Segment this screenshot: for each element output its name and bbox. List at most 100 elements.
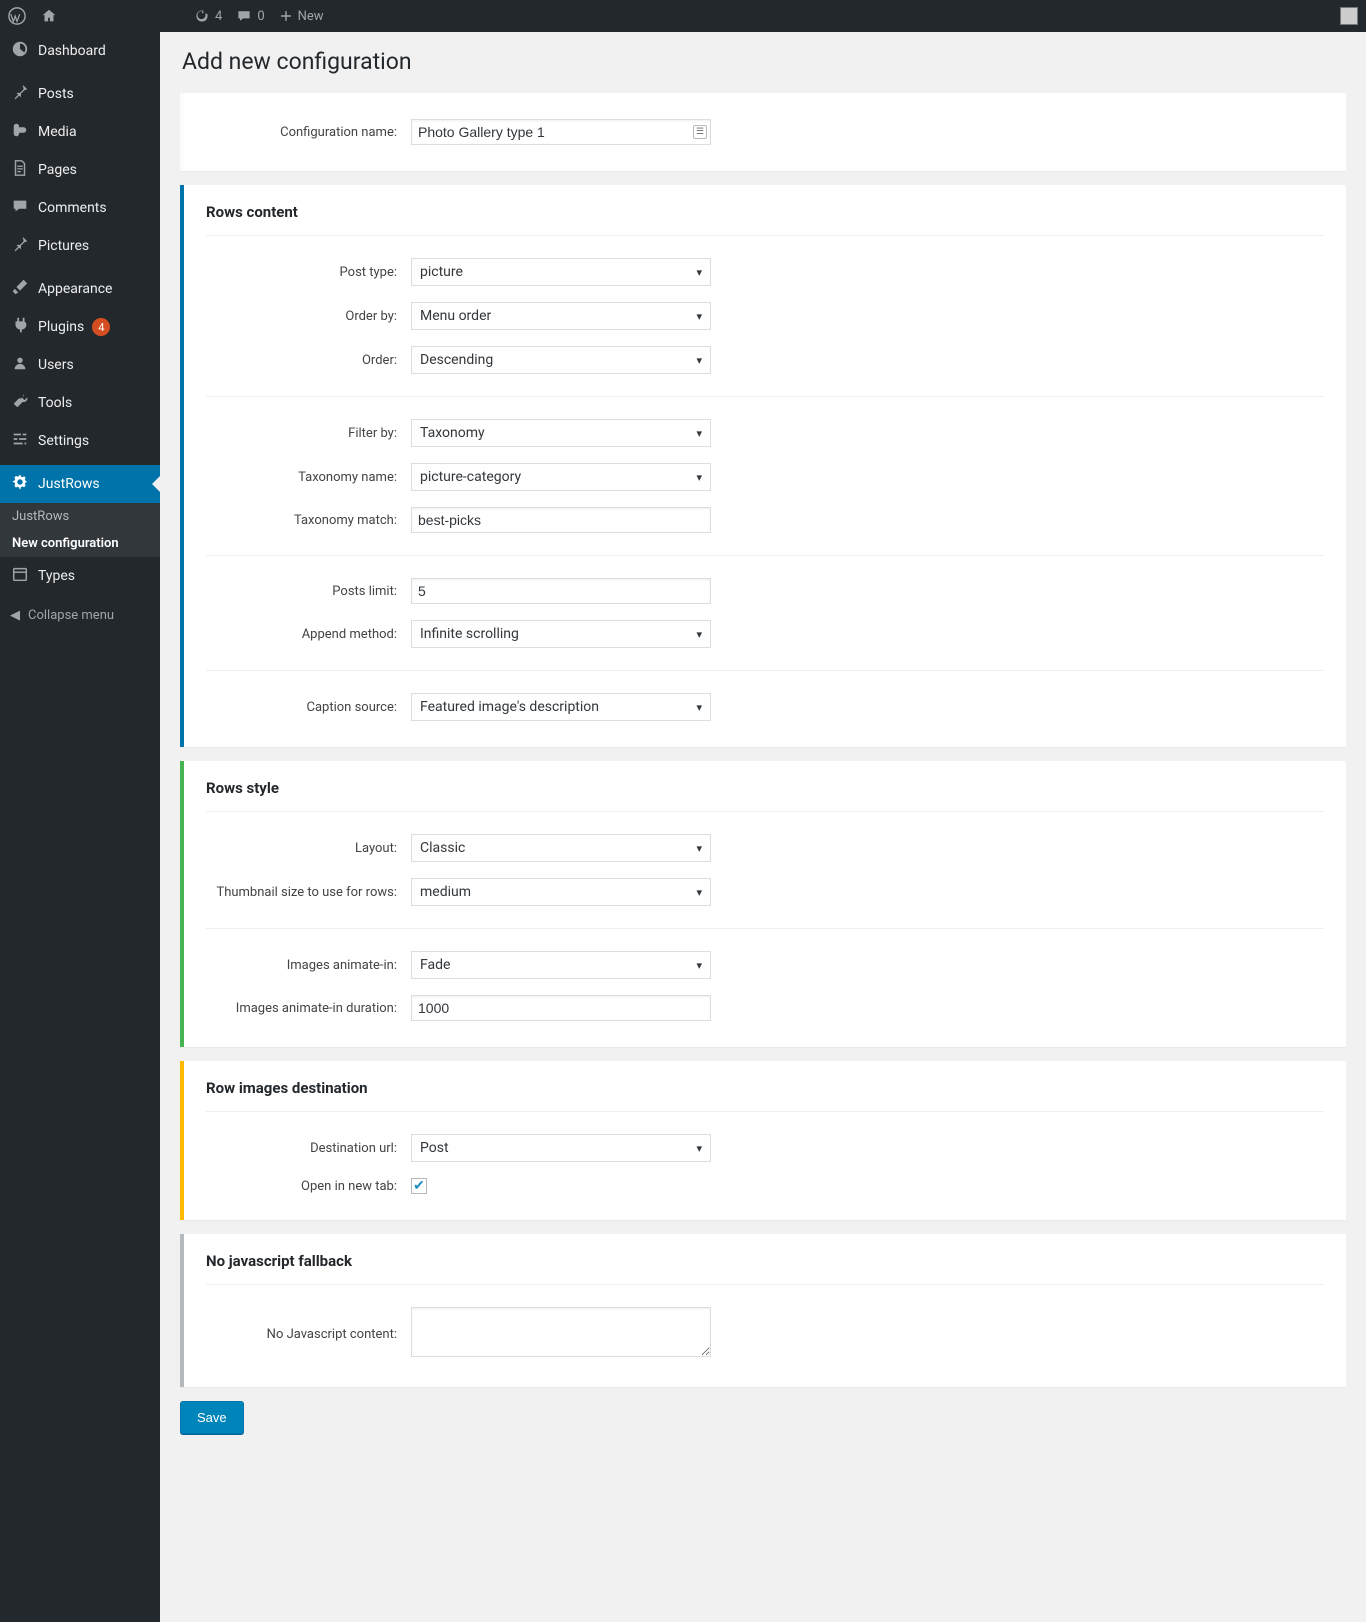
post-type-select[interactable]: picture (411, 258, 711, 286)
page-icon (10, 159, 30, 181)
open-new-tab-label: Open in new tab: (206, 1179, 411, 1194)
animate-in-label: Images animate-in: (206, 958, 411, 973)
autofill-icon: ☰ (693, 125, 707, 139)
comment-icon (236, 8, 252, 24)
animate-in-value: Fade (420, 957, 450, 973)
taxonomy-match-input[interactable] (411, 507, 711, 533)
calendar-icon (10, 565, 30, 587)
new-link[interactable]: New (279, 0, 324, 32)
sidebar-item-label: Settings (38, 433, 89, 449)
save-button[interactable]: Save (180, 1401, 244, 1434)
sidebar-item-label: Pages (38, 162, 77, 178)
layout-label: Layout: (206, 841, 411, 856)
sidebar-item-settings[interactable]: Settings (0, 422, 160, 460)
plugins-update-badge: 4 (92, 318, 110, 336)
sidebar-item-label: JustRows (38, 476, 100, 492)
sidebar-item-posts[interactable]: Posts (0, 75, 160, 113)
animate-in-select[interactable]: Fade (411, 951, 711, 979)
sidebar-item-comments[interactable]: Comments (0, 189, 160, 227)
destination-url-select[interactable]: Post (411, 1134, 711, 1162)
sidebar-item-appearance[interactable]: Appearance (0, 270, 160, 308)
append-method-value: Infinite scrolling (420, 626, 519, 642)
pin-icon (10, 83, 30, 105)
media-icon (10, 121, 30, 143)
gear-icon (10, 473, 30, 495)
plus-icon (279, 9, 293, 23)
post-type-value: picture (420, 264, 463, 280)
sidebar-item-plugins[interactable]: Plugins 4 (0, 308, 160, 346)
caption-source-select[interactable]: Featured image's description (411, 693, 711, 721)
post-type-label: Post type: (206, 265, 411, 280)
sidebar-item-label: Users (38, 357, 74, 373)
pin-icon (10, 235, 30, 257)
thumbnail-size-label: Thumbnail size to use for rows: (206, 885, 411, 900)
sidebar-item-label: Appearance (38, 281, 112, 297)
panel-rows-style: Rows style Layout: Classic Thumbnail siz… (180, 761, 1346, 1047)
filter-by-label: Filter by: (206, 426, 411, 441)
order-by-select[interactable]: Menu order (411, 302, 711, 330)
brush-icon (10, 278, 30, 300)
taxonomy-name-label: Taxonomy name: (206, 470, 411, 485)
sidebar-item-label: Pictures (38, 238, 89, 254)
caption-source-label: Caption source: (206, 700, 411, 715)
admin-bar: 4 0 New (0, 0, 1366, 32)
row-dest-heading: Row images destination (206, 1079, 1324, 1097)
sidebar-item-pictures[interactable]: Pictures (0, 227, 160, 265)
animate-duration-label: Images animate-in duration: (206, 1001, 411, 1016)
panel-row-images-destination: Row images destination Destination url: … (180, 1061, 1346, 1220)
comments-link[interactable]: 0 (236, 0, 264, 32)
refresh-icon (194, 8, 210, 24)
sidebar-item-label: Tools (38, 395, 72, 411)
order-value: Descending (420, 352, 493, 368)
collapse-icon: ◀ (10, 608, 20, 623)
config-name-label: Configuration name: (206, 125, 411, 140)
taxonomy-name-select[interactable]: picture-category (411, 463, 711, 491)
layout-select[interactable]: Classic (411, 834, 711, 862)
sidebar-item-label: Media (38, 124, 77, 140)
sidebar-item-users[interactable]: Users (0, 346, 160, 384)
account-menu[interactable] (1340, 7, 1358, 25)
append-method-select[interactable]: Infinite scrolling (411, 620, 711, 648)
open-new-tab-checkbox[interactable]: ✔ (411, 1178, 427, 1194)
sidebar-item-media[interactable]: Media (0, 113, 160, 151)
rows-style-heading: Rows style (206, 779, 1324, 797)
content-area: Add new configuration Configuration name… (160, 32, 1366, 1622)
wrench-icon (10, 392, 30, 414)
sidebar-item-justrows[interactable]: JustRows (0, 465, 160, 503)
submenu-item-new-configuration[interactable]: New configuration (0, 530, 160, 557)
sidebar-item-label: Plugins (38, 319, 84, 335)
wp-logo-icon[interactable] (8, 0, 26, 32)
posts-limit-input[interactable] (411, 578, 711, 604)
collapse-label: Collapse menu (28, 608, 114, 623)
page-title: Add new configuration (182, 48, 1346, 75)
sidebar-item-label: Dashboard (38, 43, 106, 59)
sidebar-item-pages[interactable]: Pages (0, 151, 160, 189)
sidebar-item-tools[interactable]: Tools (0, 384, 160, 422)
collapse-menu[interactable]: ◀ Collapse menu (0, 600, 160, 631)
nojs-content-label: No Javascript content: (206, 1327, 411, 1342)
thumbnail-size-value: medium (420, 884, 471, 900)
thumbnail-size-select[interactable]: medium (411, 878, 711, 906)
sidebar-item-types[interactable]: Types (0, 557, 160, 595)
sidebar-item-dashboard[interactable]: Dashboard (0, 32, 160, 70)
order-select[interactable]: Descending (411, 346, 711, 374)
home-icon[interactable] (40, 0, 58, 32)
sliders-icon (10, 430, 30, 452)
config-name-input[interactable] (411, 119, 711, 145)
panel-config-name: Configuration name: ☰ (180, 93, 1346, 171)
filter-by-value: Taxonomy (420, 425, 485, 441)
animate-duration-input[interactable] (411, 995, 711, 1021)
panel-rows-content: Rows content Post type: picture Order by… (180, 185, 1346, 747)
destination-url-value: Post (420, 1140, 449, 1156)
new-label: New (298, 9, 324, 24)
taxonomy-name-value: picture-category (420, 469, 521, 485)
comments-count: 0 (257, 9, 264, 24)
nojs-content-textarea[interactable] (411, 1307, 711, 1357)
submenu-item-justrows[interactable]: JustRows (0, 503, 160, 530)
destination-url-label: Destination url: (206, 1141, 411, 1156)
comment-icon (10, 197, 30, 219)
filter-by-select[interactable]: Taxonomy (411, 419, 711, 447)
justrows-submenu: JustRows New configuration (0, 503, 160, 557)
sidebar-item-label: Posts (38, 86, 74, 102)
updates-link[interactable]: 4 (194, 0, 222, 32)
